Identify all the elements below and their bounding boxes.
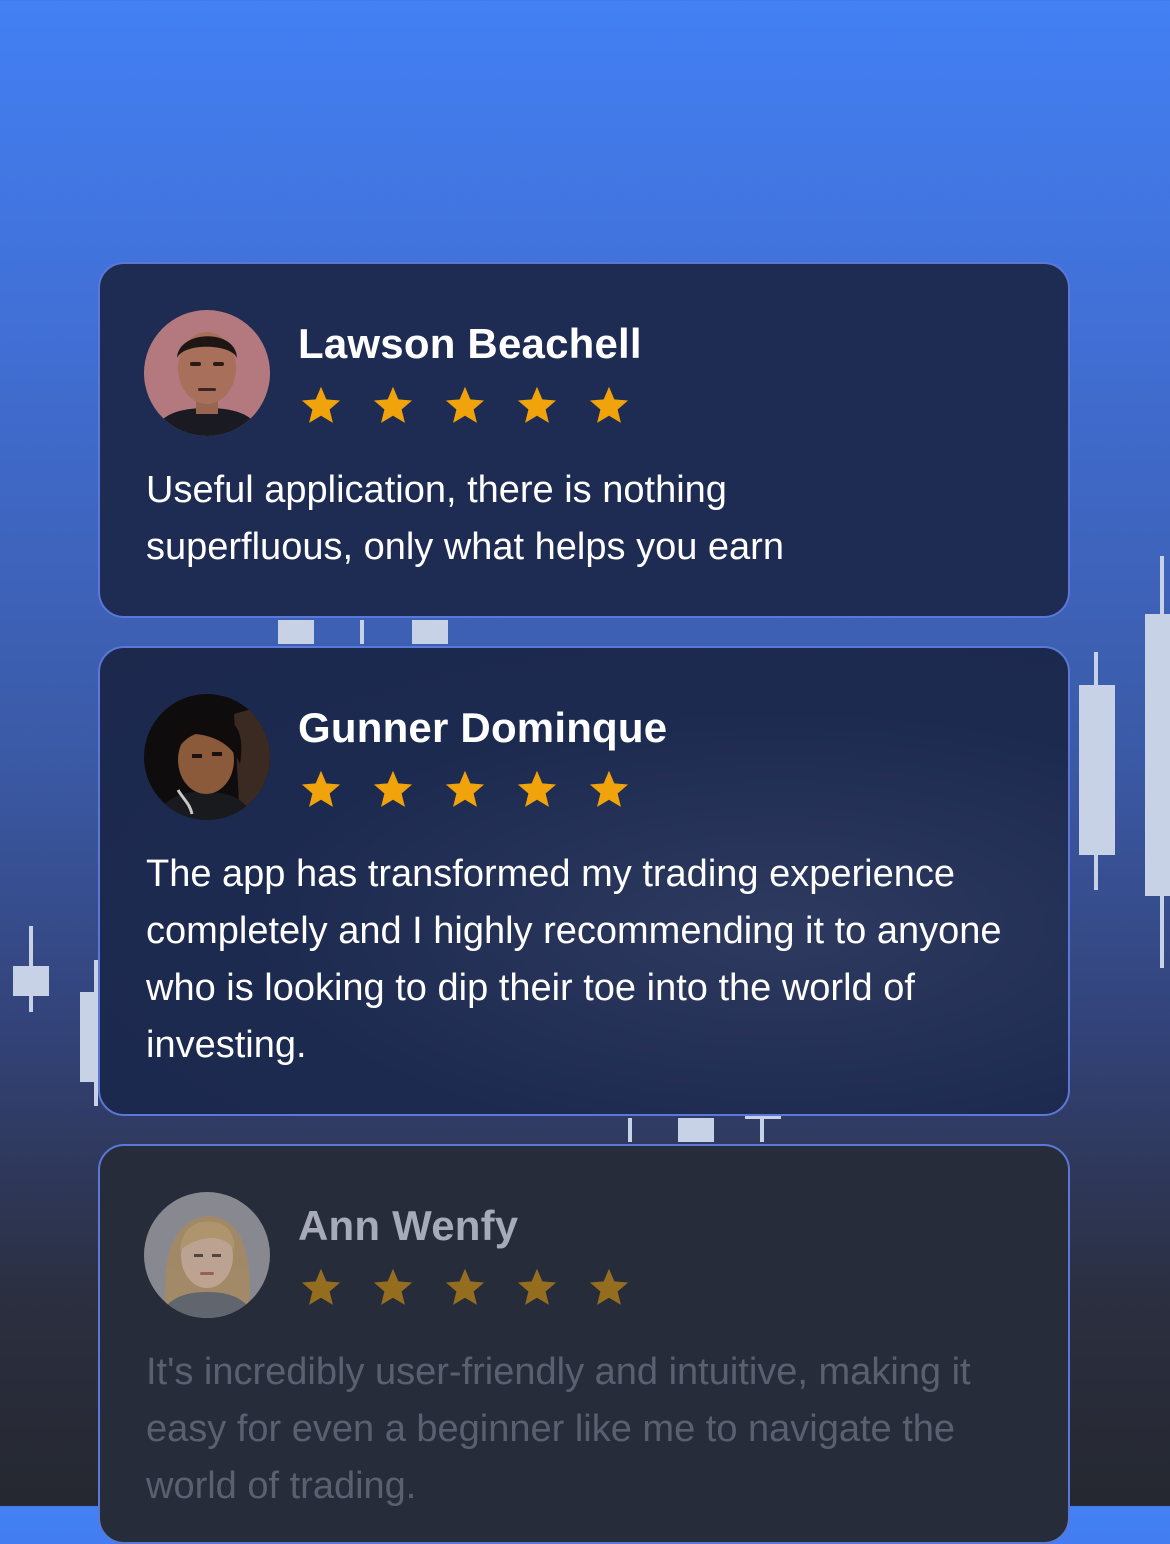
rating-stars [298, 768, 632, 812]
candlestick-decoration [13, 966, 49, 996]
candlestick-decoration [80, 992, 96, 1082]
candlestick-decoration [360, 620, 364, 644]
rating-stars [298, 1266, 632, 1310]
star-icon [445, 770, 485, 807]
star-icon [517, 1268, 557, 1305]
reviewer-name: Ann Wenfy [298, 1202, 519, 1249]
woman-blonde-photo [144, 1192, 270, 1318]
star-icon [301, 770, 341, 807]
review-text: The app has transformed my trading exper… [146, 853, 1002, 1066]
candlestick-decoration [1079, 685, 1115, 855]
star-icon [517, 386, 557, 423]
review-card: Gunner Dominque The app has transformed … [98, 646, 1070, 1116]
candlestick-decoration [628, 1118, 632, 1142]
avatar [144, 694, 270, 820]
candlestick-decoration [278, 620, 314, 644]
candlestick-decoration [678, 1118, 714, 1142]
review-text: It's incredibly user-friendly and intuit… [146, 1351, 971, 1507]
star-icon [445, 1268, 485, 1305]
young-man-dark-photo [144, 694, 270, 820]
review-card: Ann Wenfy It's incredibly user-friendly … [98, 1144, 1070, 1544]
star-icon [373, 770, 413, 807]
star-icon [301, 386, 341, 423]
star-icon [373, 1268, 413, 1305]
reviewer-name: Lawson Beachell [298, 320, 642, 367]
man-portrait-photo [144, 310, 270, 436]
star-icon [517, 770, 557, 807]
reviewer-name: Gunner Dominque [298, 704, 668, 751]
star-icon [589, 1268, 629, 1305]
star-icon [445, 386, 485, 423]
avatar [144, 1192, 270, 1318]
star-icon [373, 386, 413, 423]
candlestick-decoration [760, 1118, 764, 1142]
star-icon [301, 1268, 341, 1305]
review-card: Lawson Beachell Useful application, ther… [98, 262, 1070, 618]
star-icon [589, 770, 629, 807]
candlestick-decoration [745, 1116, 781, 1119]
candlestick-decoration [1145, 614, 1170, 896]
rating-stars [298, 384, 632, 428]
star-icon [589, 386, 629, 423]
candlestick-decoration [412, 620, 448, 644]
avatar [144, 310, 270, 436]
review-text: Useful application, there is nothing sup… [146, 469, 784, 568]
